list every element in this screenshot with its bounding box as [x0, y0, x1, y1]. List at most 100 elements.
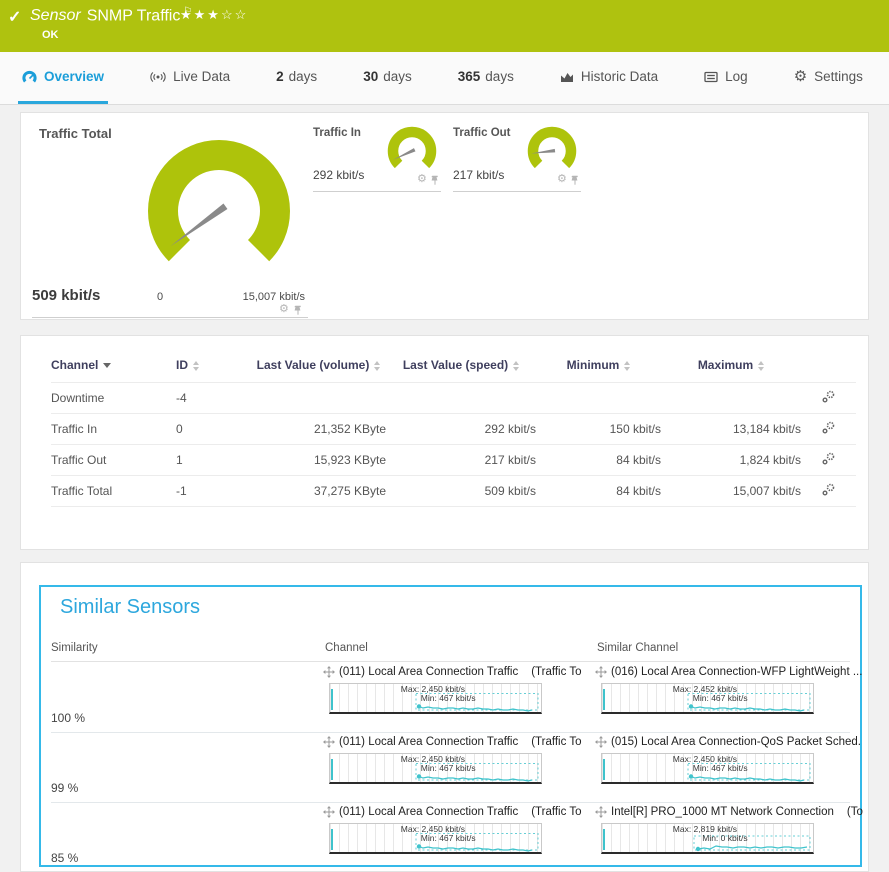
tab-log-label: Log [725, 69, 748, 84]
similar-channel-minigraph: Max: 2,450 kbit/s Min: 467 kbit/s [601, 753, 814, 784]
table-row-traffic-total: Traffic Total -1 37,275 KByte 509 kbit/s… [51, 476, 856, 507]
gauge-pin-icon[interactable] [570, 175, 580, 185]
channel-name-suffix: (Traffic To [531, 666, 581, 678]
gauge-settings-gear-icon[interactable]: ⚙ [279, 304, 289, 315]
column-header-similarity: Similarity [51, 642, 98, 654]
tab-365-days-number: 365 [458, 69, 481, 84]
traffic-in-value: 292 kbit/s [313, 168, 364, 182]
channel-minigraph: Max: 2,450 kbit/s Min: 467 kbit/s [329, 683, 542, 714]
move-handle-icon[interactable] [595, 666, 607, 678]
channel-link[interactable]: (011) Local Area Connection Traffic (Tra… [323, 806, 599, 818]
column-header-minimum[interactable]: Minimum [536, 350, 661, 383]
traffic-in-gauge [385, 124, 439, 178]
table-row-traffic-out: Traffic Out 1 15,923 KByte 217 kbit/s 84… [51, 445, 856, 476]
tab-overview[interactable]: Overview [18, 52, 108, 104]
main-gauge-scale-max: 15,007 kbit/s [199, 291, 305, 303]
similar-channel-name: (015) Local Area Connection-QoS Packet S… [611, 736, 861, 748]
column-header-last-value-volume[interactable]: Last Value (volume) [251, 350, 386, 383]
last-value-speed: 509 kbit/s [386, 476, 536, 507]
move-handle-icon[interactable] [323, 736, 335, 748]
last-value-volume: 21,352 KByte [251, 414, 386, 445]
tab-365-days[interactable]: 365 days [454, 52, 518, 104]
tab-log[interactable]: Log [700, 52, 752, 104]
sensor-title-line: SensorSNMP Traffic⚐ [30, 6, 192, 25]
channel-link[interactable]: (011) Local Area Connection Traffic (Tra… [323, 666, 599, 678]
channel-settings-gears-icon[interactable] [822, 483, 835, 496]
gauge-settings-gear-icon[interactable]: ⚙ [417, 174, 427, 185]
channel-settings-gears-icon[interactable] [822, 390, 835, 403]
channel-settings-gears-icon[interactable] [822, 452, 835, 465]
move-handle-icon[interactable] [595, 736, 607, 748]
last-value-speed: 217 kbit/s [386, 445, 536, 476]
table-row-traffic-in: Traffic In 0 21,352 KByte 292 kbit/s 150… [51, 414, 856, 445]
channel-name-suffix: (Traffic To [531, 806, 581, 818]
channel-name: Downtime [51, 383, 176, 414]
sort-icon [374, 361, 380, 371]
maximum-value [661, 383, 801, 414]
divider [32, 317, 308, 318]
channel-minigraph: Max: 2,450 kbit/s Min: 467 kbit/s [329, 823, 542, 854]
channel-table-panel: Channel ID Last Value (volume) Last Valu… [20, 335, 869, 550]
tab-historic-data[interactable]: Historic Data [556, 52, 662, 104]
channel-id: 0 [176, 414, 251, 445]
channel-id: -4 [176, 383, 251, 414]
tab-settings-label: Settings [814, 69, 863, 84]
gauge-icon [22, 70, 37, 84]
log-list-icon [704, 70, 718, 84]
channel-link[interactable]: (011) Local Area Connection Traffic (Tra… [323, 736, 599, 748]
sort-icon [513, 361, 519, 371]
main-gauge-scale-min: 0 [157, 291, 163, 303]
similar-channel-link[interactable]: (015) Local Area Connection-QoS Packet S… [595, 736, 871, 748]
channel-name: Traffic Total [51, 476, 176, 507]
minimum-value: 150 kbit/s [536, 414, 661, 445]
column-header-last-value-speed[interactable]: Last Value (speed) [386, 350, 536, 383]
area-chart-icon [560, 70, 574, 84]
similar-sensors-title: Similar Sensors [60, 596, 200, 619]
traffic-in-label: Traffic In [313, 127, 361, 139]
tab-2-days-label: days [289, 69, 318, 84]
maximum-value: 13,184 kbit/s [661, 414, 801, 445]
minigraph-min-label: Min: 0 kbit/s [702, 833, 747, 843]
live-broadcast-icon [150, 70, 166, 84]
channel-minigraph: Max: 2,450 kbit/s Min: 467 kbit/s [329, 753, 542, 784]
similar-channel-link[interactable]: Intel[R] PRO_1000 MT Network Connection … [595, 806, 871, 818]
gauge-pin-icon[interactable] [430, 175, 440, 185]
gauge-settings-gear-icon[interactable]: ⚙ [557, 174, 567, 185]
traffic-out-mini-panel: Traffic Out 217 kbit/s ⚙ [453, 127, 581, 193]
gauge-pin-icon[interactable] [293, 305, 303, 315]
minigraph-min-label: Min: 467 kbit/s [421, 693, 476, 703]
similarity-value: 100 % [51, 711, 85, 725]
tab-overview-label: Overview [44, 69, 104, 84]
move-handle-icon[interactable] [595, 806, 607, 818]
channel-settings-gears-icon[interactable] [822, 421, 835, 434]
similar-channel-name: (016) Local Area Connection-WFP LightWei… [611, 666, 862, 678]
channel-id: -1 [176, 476, 251, 507]
move-handle-icon[interactable] [323, 806, 335, 818]
minigraph-min-label: Min: 467 kbit/s [421, 833, 476, 843]
similar-channel-minigraph: Max: 2,819 kbit/s Min: 0 kbit/s [601, 823, 814, 854]
tab-settings[interactable]: ⚙ Settings [790, 52, 867, 104]
similar-channel-suffix: (To [847, 806, 863, 818]
tab-live-data[interactable]: Live Data [146, 52, 234, 104]
similarity-value: 99 % [51, 781, 78, 795]
similar-sensor-row: (011) Local Area Connection Traffic (Tra… [41, 733, 860, 803]
channel-table: Channel ID Last Value (volume) Last Valu… [51, 350, 856, 507]
sensor-overview-page: ✓ SensorSNMP Traffic⚐ ★★★☆☆ OK Overview … [0, 0, 889, 872]
tab-2-days-number: 2 [276, 69, 284, 84]
column-header-channel[interactable]: Channel [51, 350, 176, 383]
similarity-value: 85 % [51, 851, 78, 865]
status-badge: OK [42, 29, 59, 41]
tab-30-days[interactable]: 30 days [359, 52, 416, 104]
similar-channel-link[interactable]: (016) Local Area Connection-WFP LightWei… [595, 666, 871, 678]
similar-sensors-box: Similar Sensors Similarity Channel Simil… [39, 585, 862, 867]
divider [453, 191, 581, 192]
main-gauge-value: 509 kbit/s [32, 287, 100, 304]
column-header-maximum[interactable]: Maximum [661, 350, 801, 383]
tab-bar: Overview Live Data 2 days 30 days 365 da… [0, 52, 889, 105]
priority-star-rating[interactable]: ★★★☆☆ [180, 7, 248, 23]
move-handle-icon[interactable] [323, 666, 335, 678]
tab-2-days[interactable]: 2 days [272, 52, 321, 104]
traffic-in-mini-panel: Traffic In 292 kbit/s ⚙ [313, 127, 441, 193]
column-header-id[interactable]: ID [176, 350, 251, 383]
channel-name: Traffic In [51, 414, 176, 445]
